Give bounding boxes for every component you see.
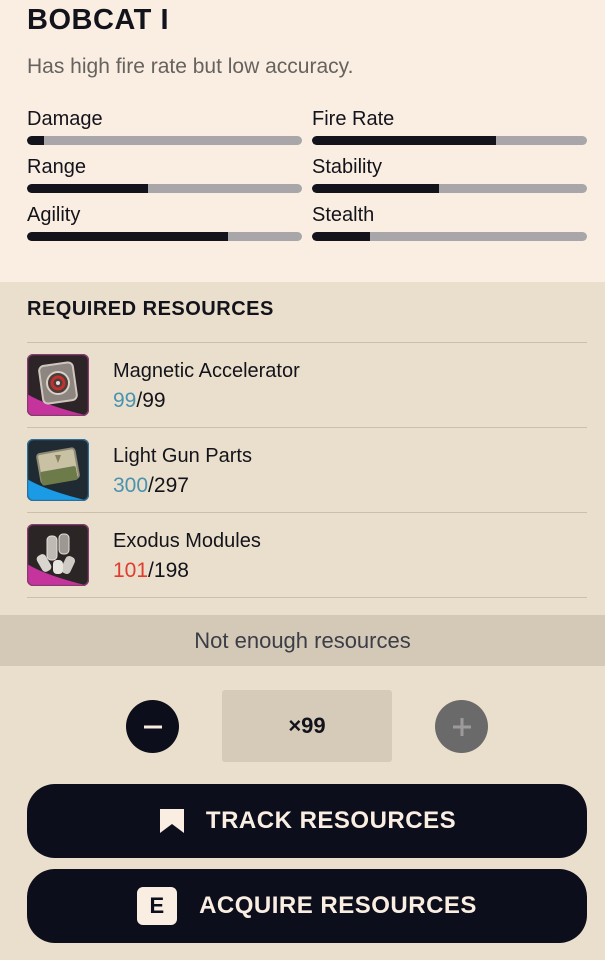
stat-bar — [27, 184, 302, 193]
resource-name: Magnetic Accelerator — [113, 360, 300, 382]
stat-bar-fill — [312, 232, 370, 241]
stat-bar — [312, 184, 587, 193]
stat-bar-fill — [27, 184, 148, 193]
stat-bar-fill — [27, 232, 228, 241]
stat-label: Range — [27, 156, 86, 178]
acquire-resources-label: ACQUIRE RESOURCES — [199, 892, 477, 919]
stat-stealth: Stealth — [312, 202, 587, 241]
stat-damage: Damage — [27, 106, 302, 145]
light-gun-parts-icon — [27, 439, 89, 501]
resource-count: 300/297 — [113, 474, 189, 497]
bookmark-icon — [159, 809, 184, 833]
resource-count: 101/198 — [113, 559, 189, 582]
stat-label: Damage — [27, 108, 103, 130]
item-title: BOBCAT I — [27, 4, 170, 36]
resource-name: Exodus Modules — [113, 530, 261, 552]
resource-list: Magnetic Accelerator 99/99 Light Gun Par… — [27, 342, 587, 598]
stat-label: Stealth — [312, 204, 375, 226]
stat-bar — [27, 232, 302, 241]
stat-label: Agility — [27, 204, 81, 226]
status-message: Not enough resources — [0, 615, 605, 666]
quantity-display: ×99 — [222, 690, 392, 762]
resource-row-light-gun-parts[interactable]: Light Gun Parts 300/297 — [27, 428, 587, 513]
resource-have: 101 — [113, 559, 149, 582]
stat-bar — [27, 136, 302, 145]
increment-button[interactable] — [435, 700, 488, 753]
stat-agility: Agility — [27, 202, 302, 241]
resource-need: 297 — [153, 474, 189, 497]
magnetic-accelerator-icon — [27, 354, 89, 416]
resource-need: 198 — [153, 559, 189, 582]
stat-bar — [312, 232, 587, 241]
stat-bar-fill — [312, 184, 439, 193]
stat-label: Stability — [312, 156, 383, 178]
stat-bar — [312, 136, 587, 145]
stat-stability: Stability — [312, 154, 587, 193]
track-resources-button[interactable]: TRACK RESOURCES — [27, 784, 587, 858]
stat-bar-fill — [27, 136, 44, 145]
keybind-e-badge: E — [137, 887, 178, 925]
exodus-modules-icon — [27, 524, 89, 586]
stat-range: Range — [27, 154, 302, 193]
resource-count: 99/99 — [113, 389, 166, 412]
track-resources-label: TRACK RESOURCES — [205, 807, 457, 834]
resource-have: 300 — [113, 474, 149, 497]
required-resources-heading: REQUIRED RESOURCES — [27, 298, 274, 320]
stat-label: Fire Rate — [312, 108, 395, 130]
resource-row-exodus-modules[interactable]: Exodus Modules 101/198 — [27, 513, 587, 598]
item-header-panel: BOBCAT I Has high fire rate but low accu… — [0, 0, 605, 282]
decrement-button[interactable] — [126, 700, 179, 753]
stat-fire-rate: Fire Rate — [312, 106, 587, 145]
resource-have: 99 — [113, 389, 137, 412]
resource-need: 99 — [142, 389, 166, 412]
minus-icon — [143, 725, 162, 728]
resource-name: Light Gun Parts — [113, 445, 252, 467]
acquire-resources-button[interactable]: E ACQUIRE RESOURCES — [27, 869, 587, 943]
item-description: Has high fire rate but low accuracy. — [27, 55, 354, 78]
resource-row-magnetic-accelerator[interactable]: Magnetic Accelerator 99/99 — [27, 343, 587, 428]
stat-bar-fill — [312, 136, 497, 145]
plus-icon — [452, 717, 471, 736]
